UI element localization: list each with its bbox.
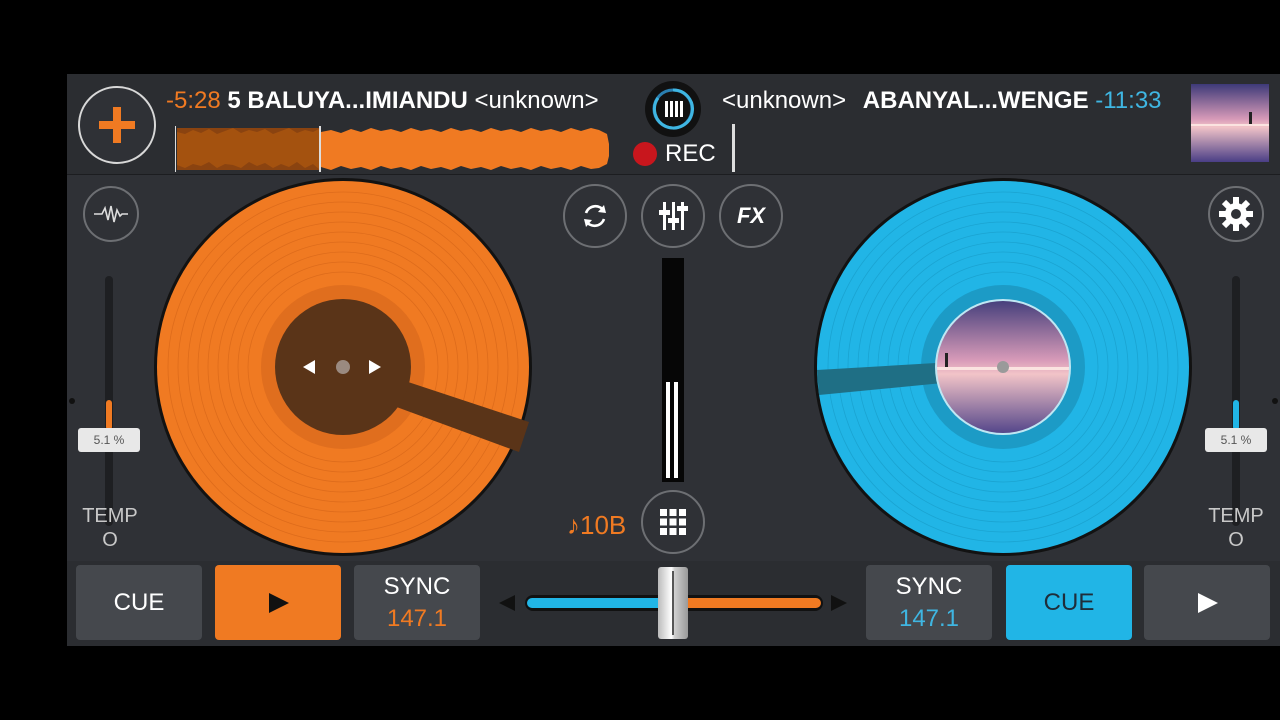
- crossfader-handle[interactable]: [658, 567, 688, 639]
- right-cue-label: CUE: [1043, 588, 1095, 616]
- left-play-button[interactable]: [215, 565, 341, 640]
- right-tempo-value: 5.1 %: [1205, 428, 1267, 452]
- master-volume-meter: [662, 258, 684, 482]
- record-button[interactable]: [645, 81, 701, 137]
- left-track-info: -5:28 5 BALUYA...IMIANDU <unknown>: [166, 87, 599, 115]
- right-track-title: ABANYAL...WENGE: [862, 87, 1089, 114]
- left-edge-marker: [69, 398, 75, 404]
- play-icon: [269, 592, 289, 613]
- right-time-remaining: -11:33: [1095, 87, 1162, 114]
- right-tempo-fill: [1233, 400, 1239, 430]
- top-bar: -5:28 5 BALUYA...IMIANDU <unknown> REC <…: [67, 74, 1280, 175]
- add-track-button[interactable]: [78, 86, 156, 164]
- right-sync-button[interactable]: SYNC 147.1: [866, 565, 992, 640]
- right-track-artist: <unknown>: [722, 87, 847, 114]
- left-waveform[interactable]: [175, 124, 615, 174]
- left-track-title: 5 BALUYA...IMIANDU: [227, 87, 468, 114]
- record-ring-icon: [652, 88, 694, 130]
- grid-menu-button[interactable]: [641, 490, 705, 554]
- right-cue-button[interactable]: CUE: [1006, 565, 1132, 640]
- rec-label: REC: [665, 140, 716, 167]
- left-tempo-slider[interactable]: [105, 276, 113, 526]
- waveform-icon: [94, 205, 128, 223]
- crossfader-left-arrow-icon: [499, 595, 515, 611]
- right-waveform-start[interactable]: [732, 124, 735, 172]
- right-album-art[interactable]: [1191, 84, 1269, 162]
- fx-button[interactable]: FX: [719, 184, 783, 248]
- left-track-artist: <unknown>: [474, 87, 599, 114]
- left-turntable[interactable]: [153, 177, 533, 557]
- crossfader-right-fill: [676, 598, 821, 608]
- loop-button[interactable]: [563, 184, 627, 248]
- crossfader[interactable]: [497, 565, 849, 640]
- play-icon: [1198, 592, 1218, 613]
- right-bpm: 147.1: [898, 604, 960, 632]
- right-sync-label: SYNC: [895, 572, 963, 600]
- left-cue-button[interactable]: CUE: [76, 565, 202, 640]
- right-tempo-label: TEMPO: [1208, 505, 1264, 551]
- equalizer-button[interactable]: [641, 184, 705, 248]
- left-cue-label: CUE: [113, 588, 165, 616]
- settings-button[interactable]: [1208, 186, 1264, 242]
- left-time-remaining: -5:28: [166, 87, 221, 114]
- equalizer-icon: [659, 202, 688, 230]
- right-tempo-slider[interactable]: [1232, 276, 1240, 526]
- fx-label: FX: [736, 203, 766, 228]
- right-edge-marker: [1272, 398, 1278, 404]
- rec-dot-icon: [633, 142, 657, 166]
- rec-indicator[interactable]: REC: [633, 140, 716, 168]
- right-play-button[interactable]: [1144, 565, 1270, 640]
- transport-bar: CUE SYNC 147.1 SYNC 147.1 CUE: [67, 561, 1280, 646]
- left-key-display[interactable]: ♪10B: [567, 510, 626, 541]
- sync-loop-icon: [584, 204, 606, 228]
- left-sync-button[interactable]: SYNC 147.1: [354, 565, 480, 640]
- waveform-toggle-button[interactable]: [83, 186, 139, 242]
- crossfader-left-fill: [527, 598, 672, 608]
- left-bpm: 147.1: [386, 604, 448, 632]
- right-track-info: <unknown> ABANYAL...WENGE -11:33: [722, 87, 1162, 115]
- left-tempo-value: 5.1 %: [78, 428, 140, 452]
- right-turntable[interactable]: [813, 177, 1193, 557]
- left-tempo-fill: [106, 400, 112, 430]
- left-sync-label: SYNC: [383, 572, 451, 600]
- grid-icon: [660, 509, 686, 535]
- left-tempo-label: TEMPO: [82, 505, 138, 551]
- crossfader-right-arrow-icon: [831, 595, 847, 611]
- dj-app: -5:28 5 BALUYA...IMIANDU <unknown> REC <…: [67, 74, 1280, 646]
- gear-icon: [1219, 197, 1253, 231]
- plus-icon: [99, 107, 135, 143]
